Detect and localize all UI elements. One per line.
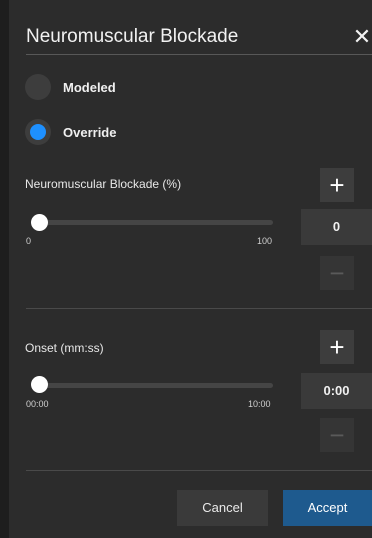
onset-label: Onset (mm:ss) bbox=[25, 341, 104, 355]
section-divider bbox=[26, 308, 372, 309]
onset-increment-button[interactable]: + bbox=[320, 330, 354, 364]
dialog-title: Neuromuscular Blockade bbox=[26, 26, 239, 47]
onset-value-field[interactable]: 0:00 bbox=[301, 373, 372, 409]
onset-decrement-button[interactable]: − bbox=[320, 418, 354, 452]
blockade-max-label: 100 bbox=[257, 236, 273, 246]
neuromuscular-blockade-dialog: Neuromuscular Blockade ✕ Modeled Overrid… bbox=[9, 0, 372, 538]
radio-label-modeled: Modeled bbox=[63, 79, 116, 95]
blockade-value-field[interactable]: 0 bbox=[301, 209, 372, 245]
blockade-label: Neuromuscular Blockade (%) bbox=[25, 177, 182, 191]
radio-button-modeled[interactable] bbox=[25, 74, 51, 100]
cancel-button[interactable]: Cancel bbox=[177, 490, 268, 526]
radio-override[interactable]: Override bbox=[25, 118, 116, 146]
blockade-increment-button[interactable]: + bbox=[320, 168, 354, 202]
blockade-slider-thumb[interactable] bbox=[31, 214, 48, 231]
onset-slider-thumb[interactable] bbox=[31, 376, 48, 393]
blockade-slider-track[interactable] bbox=[31, 220, 273, 225]
dialog-header: Neuromuscular Blockade ✕ bbox=[26, 24, 372, 55]
radio-modeled[interactable]: Modeled bbox=[25, 73, 116, 101]
onset-min-label: 00:00 bbox=[26, 399, 49, 409]
onset-slider-track[interactable] bbox=[31, 383, 273, 388]
blockade-min-label: 0 bbox=[26, 236, 32, 246]
accept-button[interactable]: Accept bbox=[283, 490, 372, 526]
close-icon[interactable]: ✕ bbox=[352, 24, 372, 50]
radio-button-override[interactable] bbox=[25, 119, 51, 145]
radio-label-override: Override bbox=[63, 124, 117, 140]
blockade-decrement-button[interactable]: − bbox=[320, 256, 354, 290]
onset-max-label: 10:00 bbox=[248, 399, 271, 409]
footer-divider bbox=[26, 470, 372, 471]
